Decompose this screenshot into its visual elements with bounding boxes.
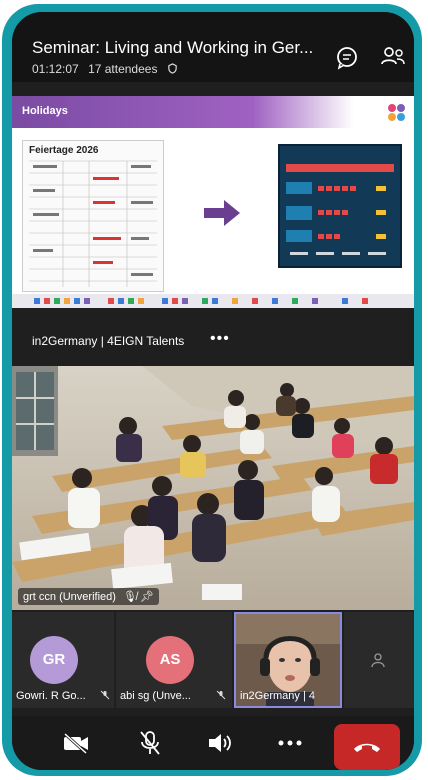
chat-icon[interactable]: [334, 44, 360, 70]
meeting-screen: Seminar: Living and Working in Ger... 01…: [12, 12, 414, 770]
meeting-meta: 01:12:07 17 attendees: [32, 62, 178, 76]
hang-up-button[interactable]: [334, 724, 400, 770]
shared-screen[interactable]: Holidays Feiertage 2026: [12, 96, 414, 308]
call-controls: [12, 716, 414, 770]
holiday-table-image: Feiertage 2026: [22, 140, 164, 292]
mic-toggle-button[interactable]: [130, 726, 170, 760]
more-button[interactable]: [270, 726, 310, 760]
speaker-icon: [209, 734, 231, 752]
phone-frame: Seminar: Living and Working in Ger... 01…: [2, 4, 422, 776]
avatar: GR: [30, 636, 78, 684]
taskbar: [12, 294, 414, 308]
avatar-initials: AS: [159, 651, 181, 668]
video-owner-name: grt ccn (Unverified): [23, 591, 116, 603]
camera-toggle-button[interactable]: [56, 726, 96, 760]
speaker-button[interactable]: [200, 726, 240, 760]
holiday-table-grid: [29, 160, 157, 287]
meeting-title[interactable]: Seminar: Living and Working in Ger...: [32, 38, 313, 58]
avatar-initials: GR: [42, 651, 66, 668]
attendee-count: 17 attendees: [88, 62, 158, 76]
camera-off-icon: [63, 732, 88, 754]
slide-section-title: Holidays: [22, 105, 68, 117]
presenter-strip: in2Germany | 4EIGN Talents •••: [12, 326, 414, 356]
pin-icon[interactable]: 📌︎: [140, 591, 154, 603]
brand-logo: [388, 104, 405, 121]
main-video-feed[interactable]: grt ccn (Unverified) 🎙︎̸ 📌︎: [12, 366, 414, 610]
arrow-right-icon: [204, 200, 240, 226]
mic-off-icon: 🎙︎̸: [122, 591, 137, 603]
calendar-card-image: [278, 144, 402, 268]
person-icon: [371, 653, 385, 668]
slide-header-band: Holidays: [12, 96, 414, 128]
presenter-name: in2Germany | 4EIGN Talents: [32, 334, 185, 348]
avatar: AS: [146, 636, 194, 684]
participant-name: Gowri. R Go...: [16, 690, 86, 702]
calendar-card-graphic: [286, 164, 394, 255]
mic-off-icon: [100, 690, 110, 700]
more-icon: [278, 740, 302, 746]
participant-tile[interactable]: GR Gowri. R Go...: [12, 612, 114, 708]
elapsed-time: 01:12:07: [32, 62, 79, 76]
active-speaker-tile[interactable]: in2Germany | 4: [234, 612, 342, 708]
more-options-icon[interactable]: •••: [210, 330, 230, 348]
classroom-video-image: [12, 366, 414, 610]
participant-tile[interactable]: AS abi sg (Unve...: [116, 612, 232, 708]
video-owner-label: grt ccn (Unverified) 🎙︎̸ 📌︎: [18, 588, 159, 605]
taskbar-app-icons: [34, 298, 368, 304]
phone-hangup-icon: [354, 743, 380, 752]
participant-overflow-tile[interactable]: [344, 612, 414, 708]
people-icon[interactable]: [380, 44, 406, 70]
participant-name: abi sg (Unve...: [120, 690, 191, 702]
shield-icon: [168, 63, 177, 74]
mic-off-icon: [216, 690, 226, 700]
participant-name: in2Germany | 4: [240, 690, 316, 702]
mic-off-icon: [140, 731, 160, 755]
meeting-header: Seminar: Living and Working in Ger... 01…: [12, 12, 414, 82]
